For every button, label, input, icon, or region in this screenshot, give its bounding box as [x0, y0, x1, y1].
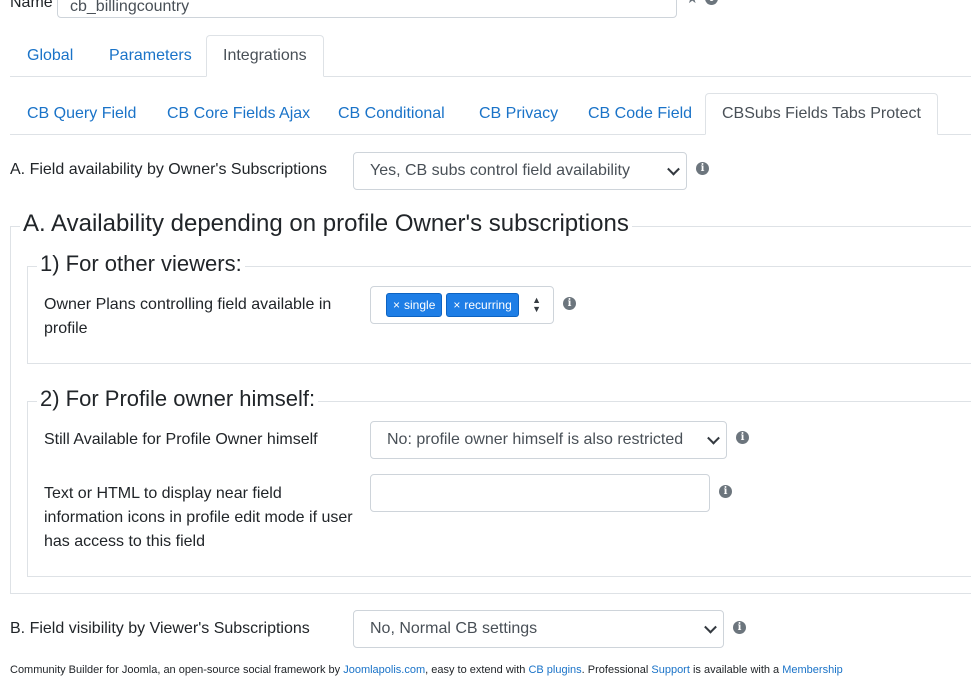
plan-tag-label: recurring — [464, 298, 512, 312]
name-label: Name — [10, 0, 53, 11]
owner-plans-multiselect[interactable]: × single × recurring ▲ ▼ — [370, 286, 554, 324]
info-icon: i — [696, 162, 709, 175]
field-availability-select[interactable]: Yes, CB subs control field availability — [353, 152, 687, 190]
chevron-down-icon — [667, 162, 680, 176]
footer-text: is available with a — [689, 664, 783, 676]
still-available-label: Still Available for Profile Owner himsel… — [44, 431, 318, 448]
footer-text: , easy to extend with — [425, 664, 529, 676]
chevron-down-icon — [704, 620, 717, 634]
plan-tag-label: single — [404, 298, 436, 312]
info-icon: i — [563, 297, 576, 310]
text-html-label-line3: has access to this field — [44, 533, 205, 550]
plan-tag[interactable]: × recurring — [446, 293, 519, 317]
text-html-label: Text or HTML to display near field infor… — [44, 482, 353, 554]
text-html-input[interactable] — [370, 474, 710, 512]
field-availability-label: A. Field availability by Owner's Subscri… — [10, 161, 327, 178]
field-availability-value: Yes, CB subs control field availability — [370, 162, 630, 179]
remove-icon[interactable]: × — [453, 298, 460, 312]
owner-plans-label-line2: profile — [44, 320, 88, 337]
field-visibility-label: B. Field visibility by Viewer's Subscrip… — [10, 620, 310, 637]
info-icon: i — [719, 485, 732, 498]
tab-cb-privacy[interactable]: CB Privacy — [479, 102, 558, 126]
support-link[interactable]: Support — [651, 664, 690, 676]
section-a-title: A. Availability depending on profile Own… — [20, 212, 632, 236]
sort-arrows-icon: ▲ ▼ — [532, 295, 541, 314]
tab-parameters[interactable]: Parameters — [109, 44, 192, 68]
still-available-value: No: profile owner himself is also restri… — [387, 431, 684, 448]
tab-cb-code-field[interactable]: CB Code Field — [588, 102, 692, 126]
footer-text: . Professional — [581, 664, 652, 676]
footer: Community Builder for Joomla, an open-so… — [10, 664, 843, 676]
footer-text: Community Builder for Joomla, an open-so… — [10, 664, 344, 676]
info-icon: i — [705, 0, 718, 5]
still-available-select[interactable]: No: profile owner himself is also restri… — [370, 421, 727, 459]
star-icon: ★ — [686, 0, 699, 7]
owner-plans-label: Owner Plans controlling field available … — [44, 293, 331, 341]
field-visibility-value: No, Normal CB settings — [370, 620, 538, 637]
tab-cb-core-fields-ajax[interactable]: CB Core Fields Ajax — [167, 102, 310, 126]
info-icon: i — [733, 621, 746, 634]
main-tabs-divider — [10, 76, 971, 77]
tab-global[interactable]: Global — [27, 44, 73, 68]
cb-plugins-link[interactable]: CB plugins — [528, 664, 581, 676]
name-input-value: cb_billingcountry — [70, 0, 190, 15]
plan-tag[interactable]: × single — [386, 293, 443, 317]
tab-cb-query-field[interactable]: CB Query Field — [27, 102, 136, 126]
text-html-label-line2: information icons in profile edit mode i… — [44, 509, 353, 526]
field-visibility-select[interactable]: No, Normal CB settings — [353, 610, 724, 648]
joomlapolis-link[interactable]: Joomlapolis.com — [343, 664, 425, 676]
chevron-down-icon — [707, 431, 720, 445]
tab-integrations[interactable]: Integrations — [206, 35, 324, 77]
profile-owner-title: 2) For Profile owner himself: — [37, 388, 319, 410]
other-viewers-title: 1) For other viewers: — [37, 253, 245, 275]
membership-link[interactable]: Membership — [782, 664, 843, 676]
tab-cbsubs-fields-tabs-protect[interactable]: CBSubs Fields Tabs Protect — [705, 93, 938, 135]
name-input[interactable]: cb_billingcountry — [57, 0, 677, 18]
remove-icon[interactable]: × — [393, 298, 400, 312]
info-icon: i — [736, 431, 749, 444]
tab-cb-conditional[interactable]: CB Conditional — [338, 102, 445, 126]
text-html-label-line1: Text or HTML to display near field — [44, 485, 282, 502]
owner-plans-label-line1: Owner Plans controlling field available … — [44, 296, 332, 313]
